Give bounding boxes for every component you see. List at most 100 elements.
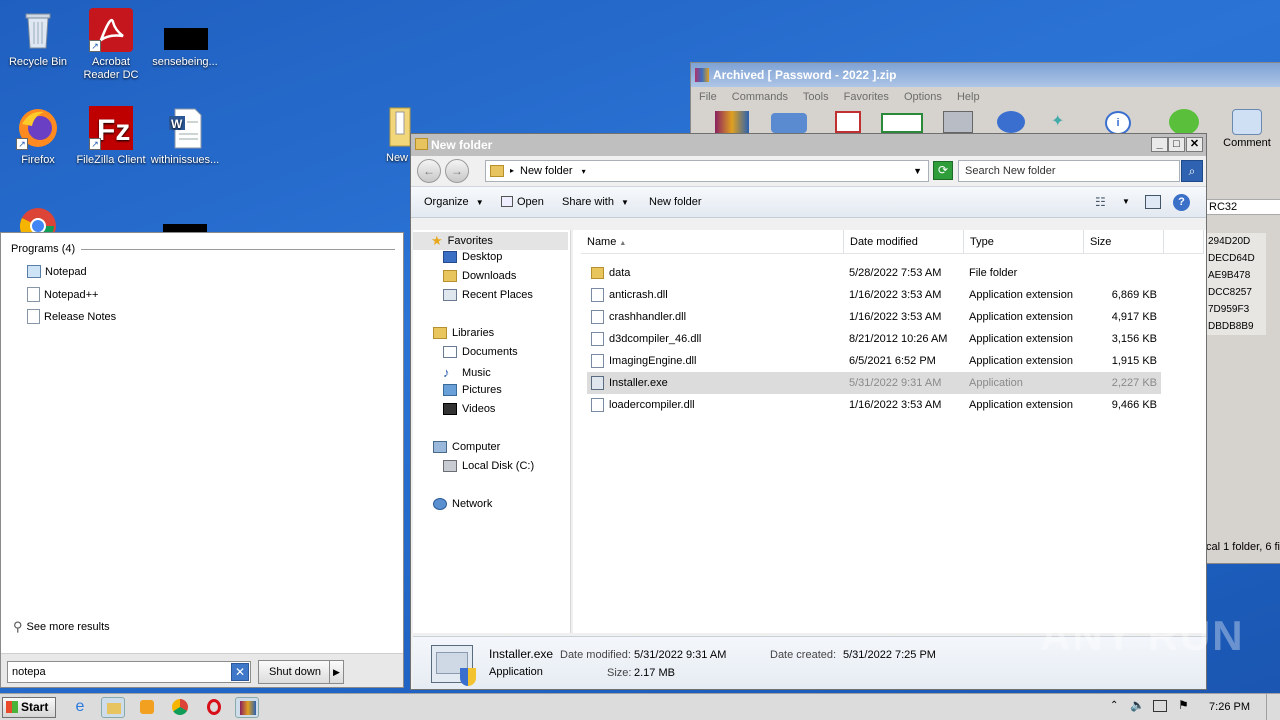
winrar-taskbar-icon[interactable] xyxy=(235,697,259,718)
add-archive-icon[interactable] xyxy=(715,111,749,133)
nav-local-disk[interactable]: Local Disk (C:) xyxy=(443,460,534,472)
start-button[interactable]: Start xyxy=(2,697,56,718)
preview-pane-icon[interactable] xyxy=(1145,195,1161,209)
clock[interactable]: 7:26 PM xyxy=(1209,701,1250,713)
view-icon[interactable] xyxy=(881,113,923,133)
desktop-icon-filezilla[interactable]: Fz ↗ FileZilla Client xyxy=(73,106,149,166)
column-header-size[interactable]: Size xyxy=(1084,230,1164,254)
nav-network[interactable]: Network xyxy=(433,498,492,510)
opera-logo-icon xyxy=(207,699,221,715)
network-tray-icon[interactable] xyxy=(1153,700,1167,712)
program-item-release-notes[interactable]: Release Notes xyxy=(27,309,116,324)
extract-icon[interactable] xyxy=(771,113,807,133)
explorer-titlebar[interactable]: New folder _ □ ✕ xyxy=(411,134,1206,156)
file-row[interactable]: ImagingEngine.dll 6/5/2021 6:52 PM Appli… xyxy=(587,350,1161,372)
media-player-icon[interactable] xyxy=(135,697,159,718)
file-row[interactable]: data 5/28/2022 7:53 AM File folder xyxy=(587,262,1161,284)
winrar-menu-file[interactable]: File xyxy=(699,91,717,103)
comment-button[interactable]: Comment xyxy=(1221,109,1273,149)
help-icon[interactable]: ? xyxy=(1173,194,1190,211)
nav-recent-places[interactable]: Recent Places xyxy=(443,289,533,301)
details-file-name: Installer.exe xyxy=(489,647,554,661)
organize-button[interactable]: Organize ▼ xyxy=(424,196,484,208)
nav-documents[interactable]: Documents xyxy=(443,346,518,358)
breadcrumb-arrow-icon[interactable]: ▸ xyxy=(510,161,514,181)
desktop-icon-black-file[interactable] xyxy=(163,224,207,232)
crc-value: DECD64D xyxy=(1208,253,1255,264)
column-header-type[interactable]: Type xyxy=(964,230,1084,254)
opera-icon[interactable] xyxy=(202,697,226,718)
file-icon xyxy=(163,8,208,52)
column-header-name[interactable]: Name ▲ xyxy=(581,230,844,254)
search-icon[interactable]: ⌕ xyxy=(1181,160,1203,182)
desktop-icon-recycle-bin[interactable]: Recycle Bin xyxy=(0,8,76,68)
forward-button[interactable]: → xyxy=(445,159,469,183)
address-dropdown-icon[interactable]: ▼ xyxy=(913,161,922,181)
program-item-notepad[interactable]: Notepad xyxy=(27,265,87,278)
nav-pictures[interactable]: Pictures xyxy=(443,384,502,396)
action-center-flag-icon[interactable]: ⚑ xyxy=(1178,698,1189,712)
nav-favorites[interactable]: ★ Favorites xyxy=(413,232,568,250)
breadcrumb-dropdown-icon[interactable]: ▾ xyxy=(582,167,586,176)
nav-videos[interactable]: Videos xyxy=(443,403,495,415)
volume-icon[interactable]: 🔈 xyxy=(1130,698,1145,712)
delete-icon[interactable] xyxy=(943,111,973,133)
address-bar[interactable]: ▸ New folder ▾ ▼ xyxy=(485,160,929,182)
minimize-button[interactable]: _ xyxy=(1151,137,1168,152)
virusscan-icon[interactable] xyxy=(1169,109,1199,135)
chrome-taskbar-icon[interactable] xyxy=(168,697,192,718)
crc-column-header[interactable]: RC32 xyxy=(1206,199,1280,215)
winrar-menu-commands[interactable]: Commands xyxy=(732,91,788,103)
find-icon[interactable] xyxy=(997,111,1025,133)
show-desktop-button[interactable] xyxy=(1266,694,1280,720)
column-header-date[interactable]: Date modified xyxy=(844,230,964,254)
file-row[interactable]: anticrash.dll 1/16/2022 3:53 AM Applicat… xyxy=(587,284,1161,306)
views-icon[interactable]: ☷ xyxy=(1095,195,1106,209)
crc-value: AE9B478 xyxy=(1208,270,1251,281)
winrar-menu-tools[interactable]: Tools xyxy=(803,91,829,103)
close-button[interactable]: ✕ xyxy=(1186,137,1203,152)
winrar-titlebar[interactable]: Archived [ Password - 2022 ].zip xyxy=(691,63,1280,87)
winrar-menu-favorites[interactable]: Favorites xyxy=(844,91,889,103)
file-row[interactable]: d3dcompiler_46.dll 8/21/2012 10:26 AM Ap… xyxy=(587,328,1161,350)
file-row[interactable]: crashhandler.dll 1/16/2022 3:53 AM Appli… xyxy=(587,306,1161,328)
document-icon xyxy=(27,287,40,302)
program-item-notepadpp[interactable]: Notepad++ xyxy=(27,287,98,302)
new-folder-button[interactable]: New folder xyxy=(649,196,702,208)
test-icon[interactable] xyxy=(835,111,861,133)
winrar-menu-help[interactable]: Help xyxy=(957,91,980,103)
file-explorer-icon[interactable] xyxy=(101,697,125,718)
share-with-button[interactable]: Share with ▼ xyxy=(562,196,629,208)
explorer-window[interactable]: New folder _ □ ✕ ← → ▸ New folder ▾ ▼ ⟳ … xyxy=(410,133,1207,690)
search-input[interactable]: Search New folder xyxy=(958,160,1180,182)
tray-expand-icon[interactable]: ⌃ xyxy=(1110,700,1118,711)
maximize-button[interactable]: □ xyxy=(1168,137,1185,152)
info-icon[interactable]: i xyxy=(1105,111,1131,135)
file-row-selected[interactable]: Installer.exe 5/31/2022 9:31 AM Applicat… xyxy=(587,372,1161,394)
desktop-icon-withinissues[interactable]: W withinissues... xyxy=(147,106,223,166)
refresh-button[interactable]: ⟳ xyxy=(933,161,953,180)
nav-libraries[interactable]: Libraries xyxy=(433,327,494,339)
winrar-menu-options[interactable]: Options xyxy=(904,91,942,103)
open-button[interactable]: Open xyxy=(501,196,544,208)
internet-explorer-icon[interactable]: e xyxy=(68,697,92,718)
nav-computer[interactable]: Computer xyxy=(433,441,500,453)
nav-music[interactable]: ♪ Music xyxy=(443,365,491,380)
address-row: ← → ▸ New folder ▾ ▼ ⟳ Search New folder… xyxy=(411,156,1206,186)
chevron-down-icon[interactable]: ▼ xyxy=(1122,197,1130,206)
back-button[interactable]: ← xyxy=(417,159,441,183)
nav-desktop[interactable]: Desktop xyxy=(443,251,502,263)
nav-downloads[interactable]: Downloads xyxy=(443,270,516,282)
computer-icon xyxy=(433,441,447,453)
desktop-icon-acrobat[interactable]: ↗ Acrobat Reader DC xyxy=(73,8,149,82)
desktop-icon-sensebeing[interactable]: sensebeing... xyxy=(147,8,223,68)
wizard-icon[interactable]: ✦ xyxy=(1051,111,1077,133)
desktop-icon-firefox[interactable]: ↗ Firefox xyxy=(0,106,76,166)
see-more-results-link[interactable]: ⚲ See more results xyxy=(13,619,110,635)
file-row[interactable]: loadercompiler.dll 1/16/2022 3:53 AM App… xyxy=(587,394,1161,416)
shutdown-button[interactable]: Shut down ▶ xyxy=(258,660,344,684)
shutdown-options-arrow-icon[interactable]: ▶ xyxy=(329,661,343,683)
clear-search-icon[interactable]: ✕ xyxy=(231,663,249,681)
start-search-input[interactable]: notepa xyxy=(7,661,251,683)
breadcrumb-current[interactable]: New folder xyxy=(520,165,573,177)
